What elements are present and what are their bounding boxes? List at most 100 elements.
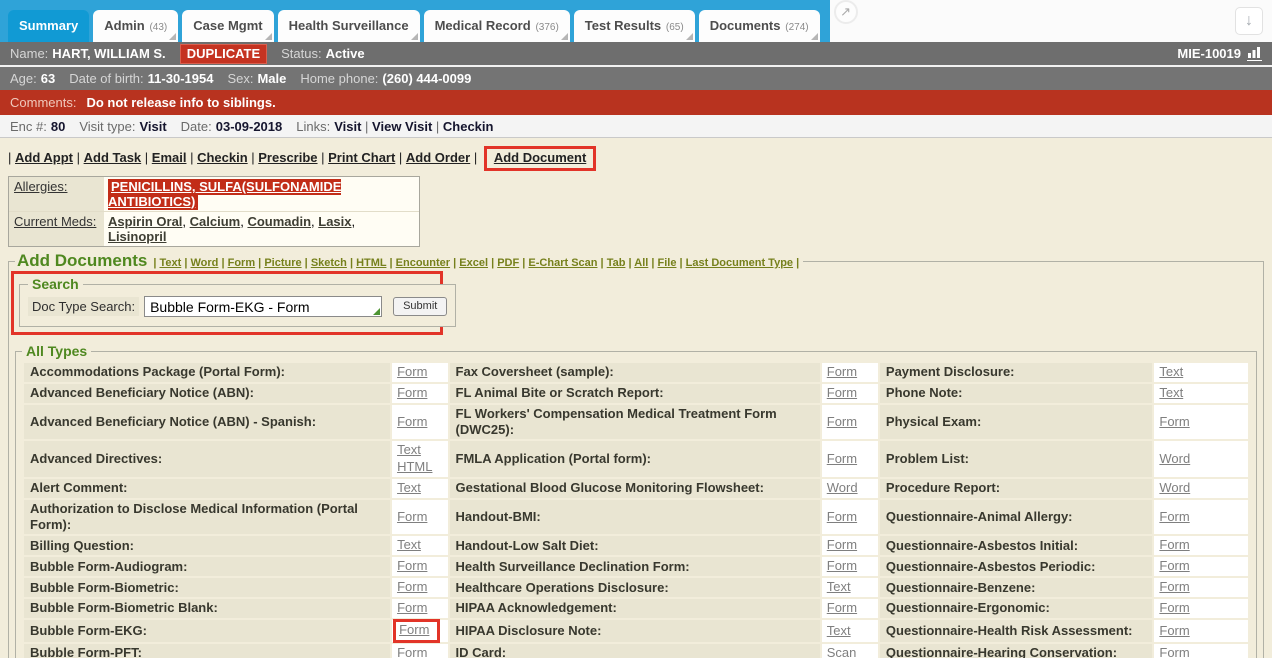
sex-label: Sex: <box>227 71 253 86</box>
doc-type-label-fax-coversheet-sample: Fax Coversheet (sample): <box>450 363 820 382</box>
encounter-link-visit[interactable]: Visit <box>334 119 361 134</box>
action-link-email[interactable]: Email <box>152 150 187 165</box>
doc-link-form[interactable]: Form <box>827 385 857 400</box>
add-doc-link-picture[interactable]: Picture <box>264 257 301 269</box>
add-doc-link-all[interactable]: All <box>634 257 648 269</box>
doc-link-form[interactable]: Form <box>827 558 857 573</box>
doc-link-word[interactable]: Word <box>1159 480 1190 495</box>
tab-summary[interactable]: Summary <box>8 10 89 42</box>
doc-link-form[interactable]: Form <box>397 645 427 658</box>
allergy-list-link[interactable]: PENICILLINS, SULFA(SULFONAMIDE ANTIBIOTI… <box>108 179 341 210</box>
action-link-add-document[interactable]: Add Document <box>494 150 586 165</box>
doc-link-text[interactable]: Text <box>827 579 851 594</box>
med-link-aspirin-oral[interactable]: Aspirin Oral <box>108 214 182 229</box>
doc-link-form[interactable]: Form <box>397 579 427 594</box>
doc-link-scan[interactable]: Scan <box>827 645 857 658</box>
action-link-checkin[interactable]: Checkin <box>197 150 248 165</box>
tab-admin[interactable]: Admin (43) <box>93 10 178 42</box>
doc-link-form[interactable]: Form <box>827 600 857 615</box>
tab-health-surveillance[interactable]: Health Surveillance <box>278 10 420 42</box>
add-doc-link-sketch[interactable]: Sketch <box>311 257 347 269</box>
doc-link-form[interactable]: Form <box>1159 645 1189 658</box>
doc-link-form[interactable]: Form <box>399 622 429 637</box>
doc-link-form[interactable]: Form <box>827 414 857 429</box>
doc-type-label-bubble-form-biometric-blank: Bubble Form-Biometric Blank: <box>24 599 390 618</box>
doc-link-text[interactable]: Text <box>397 480 421 495</box>
doc-link-word[interactable]: Word <box>827 480 858 495</box>
action-link-add-appt[interactable]: Add Appt <box>15 150 73 165</box>
add-doc-link-form[interactable]: Form <box>228 257 256 269</box>
encounter-link-view-visit[interactable]: View Visit <box>372 119 432 134</box>
doc-type-label-bubble-form-ekg: Bubble Form-EKG: <box>24 620 390 642</box>
download-button[interactable]: ↓ <box>1235 7 1263 35</box>
doc-link-text[interactable]: Text <box>397 537 421 552</box>
doc-type-links: Form <box>822 384 878 403</box>
add-doc-link-excel[interactable]: Excel <box>459 257 488 269</box>
doc-link-form[interactable]: Form <box>827 451 857 466</box>
encounter-link-checkin[interactable]: Checkin <box>443 119 494 134</box>
duplicate-badge[interactable]: DUPLICATE <box>180 44 267 64</box>
add-doc-link-word[interactable]: Word <box>191 257 219 269</box>
submit-button[interactable]: Submit <box>393 297 447 316</box>
doc-type-links: Form <box>392 384 447 403</box>
encounter-links: Visit | View Visit | Checkin <box>334 119 493 134</box>
doc-link-form[interactable]: Form <box>1159 537 1189 552</box>
action-link-add-order[interactable]: Add Order <box>406 150 470 165</box>
doc-type-search-input[interactable] <box>144 296 382 317</box>
doc-link-form[interactable]: Form <box>1159 414 1189 429</box>
tab-documents[interactable]: Documents (274) <box>699 10 820 42</box>
add-documents-type-links: | Text | Word | Form | Picture | Sketch … <box>153 257 799 269</box>
doc-link-form[interactable]: Form <box>397 558 427 573</box>
doc-link-form[interactable]: Form <box>1159 579 1189 594</box>
med-link-lisinopril[interactable]: Lisinopril <box>108 229 167 244</box>
doc-link-form[interactable]: Form <box>1159 600 1189 615</box>
doc-link-form[interactable]: Form <box>827 509 857 524</box>
action-link-prescribe[interactable]: Prescribe <box>258 150 317 165</box>
doc-link-form[interactable]: Form <box>397 385 427 400</box>
doc-link-form[interactable]: Form <box>1159 623 1189 638</box>
tab-test-results[interactable]: Test Results (65) <box>574 10 695 42</box>
med-link-calcium[interactable]: Calcium <box>190 214 241 229</box>
doc-type-label-hipaa-disclosure-note: HIPAA Disclosure Note: <box>450 620 820 642</box>
med-link-lasix[interactable]: Lasix <box>318 214 351 229</box>
add-doc-link-tab[interactable]: Tab <box>607 257 626 269</box>
doc-link-form[interactable]: Form <box>827 364 857 379</box>
add-doc-link-e-chart-scan[interactable]: E-Chart Scan <box>528 257 597 269</box>
doc-type-label-bubble-form-pft: Bubble Form-PFT: <box>24 644 390 658</box>
doc-link-form[interactable]: Form <box>1159 509 1189 524</box>
allergies-link[interactable]: Allergies: <box>14 179 67 194</box>
doc-link-word[interactable]: Word <box>1159 451 1190 466</box>
tab-label: Admin <box>104 18 144 33</box>
med-link-coumadin[interactable]: Coumadin <box>247 214 311 229</box>
doc-link-text[interactable]: Text <box>827 623 851 638</box>
tab-medical-record[interactable]: Medical Record (376) <box>424 10 570 42</box>
action-link-print-chart[interactable]: Print Chart <box>328 150 395 165</box>
doc-link-form[interactable]: Form <box>397 509 427 524</box>
doc-type-label-problem-list: Problem List: <box>880 441 1152 477</box>
action-link-add-task[interactable]: Add Task <box>84 150 142 165</box>
doc-link-html[interactable]: HTML <box>397 459 432 474</box>
add-doc-link-html[interactable]: HTML <box>356 257 386 269</box>
doc-type-row: Authorization to Disclose Medical Inform… <box>24 500 1248 535</box>
flowsheet-chart-icon[interactable] <box>1247 46 1262 61</box>
doc-link-text[interactable]: Text <box>1159 385 1183 400</box>
visit-date: 03-09-2018 <box>216 119 283 134</box>
doc-link-text[interactable]: Text <box>1159 364 1183 379</box>
add-doc-link-last-document-type[interactable]: Last Document Type <box>686 257 793 269</box>
add-doc-link-file[interactable]: File <box>658 257 677 269</box>
doc-type-label-questionnaire-hearing-conservation: Questionnaire-Hearing Conservation: <box>880 644 1152 658</box>
doc-link-form[interactable]: Form <box>397 600 427 615</box>
doc-type-label-physical-exam: Physical Exam: <box>880 405 1152 440</box>
doc-link-form[interactable]: Form <box>397 364 427 379</box>
add-doc-link-text[interactable]: Text <box>159 257 181 269</box>
add-doc-link-pdf[interactable]: PDF <box>497 257 519 269</box>
doc-link-form[interactable]: Form <box>397 414 427 429</box>
doc-link-form[interactable]: Form <box>827 537 857 552</box>
add-doc-link-encounter[interactable]: Encounter <box>396 257 450 269</box>
current-meds-link[interactable]: Current Meds: <box>14 214 96 229</box>
doc-link-form[interactable]: Form <box>1159 558 1189 573</box>
doc-link-text[interactable]: Text <box>397 442 421 457</box>
patient-sex: Male <box>257 71 286 86</box>
popout-icon[interactable]: ↗ <box>834 0 858 24</box>
tab-case-mgmt[interactable]: Case Mgmt <box>182 10 273 42</box>
